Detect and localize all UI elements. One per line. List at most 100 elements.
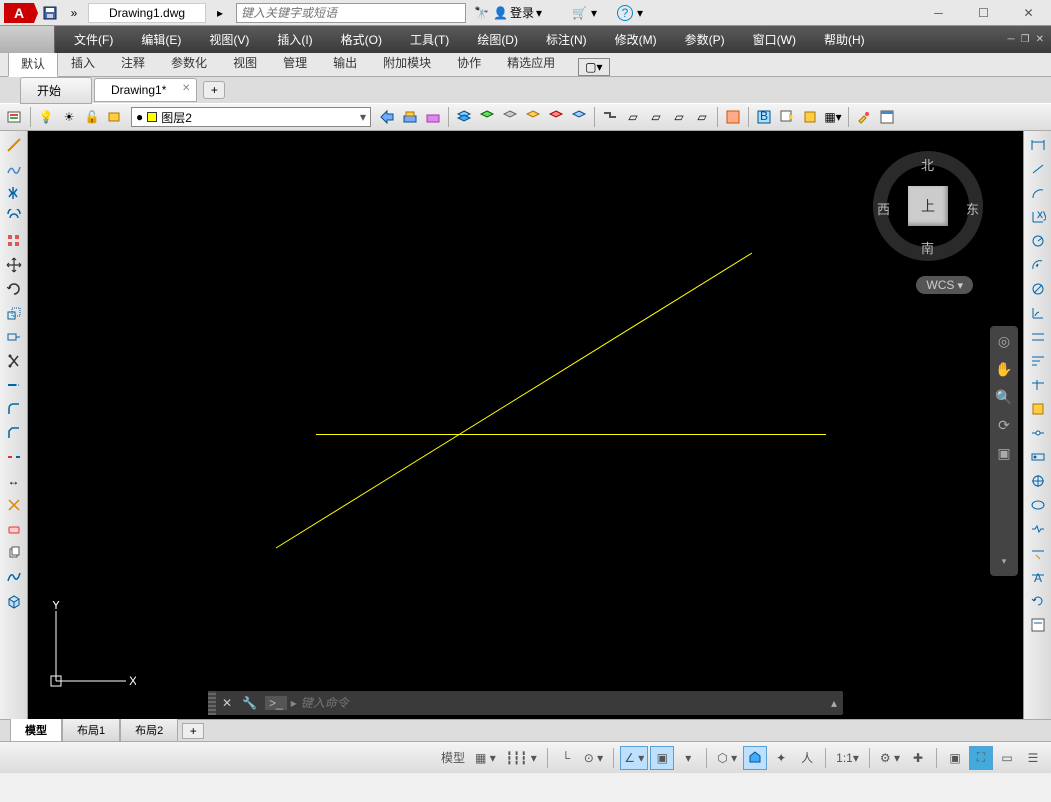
tab-insert[interactable]: 插入 <box>58 49 108 76</box>
minimize-button[interactable]: ─ <box>916 0 961 26</box>
layer-match-icon[interactable] <box>399 106 421 128</box>
box-tool-icon[interactable] <box>2 590 26 612</box>
ribbon-panel-icon[interactable]: ▢▾ <box>578 58 609 76</box>
tab-output[interactable]: 输出 <box>320 49 370 76</box>
filetab-drawing1[interactable]: Drawing1*✕ <box>94 78 197 102</box>
layers-lock-icon[interactable] <box>522 106 544 128</box>
3dosnap-toggle-icon[interactable]: ▾ <box>676 746 700 770</box>
break-tool-icon[interactable] <box>2 446 26 468</box>
dim-diameter-icon[interactable] <box>1026 278 1050 300</box>
tab-view[interactable]: 视图 <box>220 49 270 76</box>
qat-more-icon[interactable]: » <box>63 2 85 24</box>
move-tool-icon[interactable] <box>2 254 26 276</box>
annomonitor-icon[interactable]: 人 <box>795 746 819 770</box>
anno-scale-icon[interactable]: 1:1 ▾ <box>832 746 863 770</box>
scale-tool-icon[interactable] <box>2 302 26 324</box>
menu-view[interactable]: 视图(V) <box>195 26 263 53</box>
dim-angular-icon[interactable] <box>1026 302 1050 324</box>
viewcube-south[interactable]: 南 <box>921 238 934 257</box>
menu-draw[interactable]: 绘图(D) <box>463 26 532 53</box>
dim-arc-icon[interactable] <box>1026 182 1050 204</box>
cmdline-config-icon[interactable]: 🔧 <box>238 696 261 710</box>
menu-help[interactable]: 帮助(H) <box>810 26 879 53</box>
dim-update-icon[interactable] <box>1026 590 1050 612</box>
layout-model[interactable]: 模型 <box>10 719 62 742</box>
array-tool-icon[interactable] <box>2 230 26 252</box>
polar-toggle-icon[interactable]: ⊙ ▾ <box>580 746 607 770</box>
erase-tool-icon[interactable] <box>2 518 26 540</box>
layers-vp-icon[interactable]: ▱ <box>645 106 667 128</box>
layer-lock-icon[interactable]: 🔓 <box>81 106 103 128</box>
app-logo[interactable]: A <box>4 3 34 23</box>
chamfer-tool-icon[interactable] <box>2 422 26 444</box>
layer-combo[interactable]: ● 图层2 ▾ <box>131 107 371 127</box>
dim-edit-icon[interactable] <box>1026 542 1050 564</box>
block-edit-icon[interactable] <box>776 106 798 128</box>
menu-tools[interactable]: 工具(T) <box>396 26 463 53</box>
dim-linear-icon[interactable] <box>1026 134 1050 156</box>
menu-modify[interactable]: 修改(M) <box>601 26 671 53</box>
menu-file[interactable]: 文件(F) <box>60 26 127 53</box>
mdi-restore-icon[interactable]: ❐ <box>1018 34 1033 45</box>
command-input[interactable] <box>297 696 825 710</box>
filetab-add-button[interactable]: + <box>203 81 225 99</box>
binoculars-icon[interactable]: 🔭 <box>474 6 489 20</box>
grid-toggle-icon[interactable]: ▦ ▾ <box>471 746 500 770</box>
otrack-toggle-icon[interactable]: ▣ <box>650 746 674 770</box>
dim-aligned-icon[interactable] <box>1026 158 1050 180</box>
nav-pan-icon[interactable]: ✋ <box>993 358 1015 380</box>
layers-walk-icon[interactable]: ▱ <box>622 106 644 128</box>
layers-stack-icon[interactable] <box>453 106 475 128</box>
annotation-visibility-icon[interactable]: ✚ <box>906 746 930 770</box>
menu-insert[interactable]: 插入(I) <box>263 26 326 53</box>
mdi-minimize-icon[interactable]: ─ <box>1005 34 1018 45</box>
tab-annotate[interactable]: 注释 <box>108 49 158 76</box>
layout-2[interactable]: 布局2 <box>120 719 178 742</box>
workspace-switch-icon[interactable]: ⚙ ▾ <box>876 746 904 770</box>
explode-tool-icon[interactable] <box>2 494 26 516</box>
stretch-tool-icon[interactable] <box>2 326 26 348</box>
rotate-tool-icon[interactable] <box>2 278 26 300</box>
dim-quick-icon[interactable] <box>1026 326 1050 348</box>
join-tool-icon[interactable]: ↔ <box>2 470 26 492</box>
block-create-icon[interactable]: B <box>753 106 775 128</box>
layer-dropdown-icon[interactable]: ▾ <box>360 110 366 124</box>
tab-featured[interactable]: 精选应用 <box>494 49 568 76</box>
mirror-tool-icon[interactable] <box>2 182 26 204</box>
filetab-start[interactable]: 开始 <box>20 77 92 104</box>
spline-tool-icon[interactable] <box>2 566 26 588</box>
cmdline-grip[interactable] <box>208 691 216 715</box>
lineweight-toggle-icon[interactable]: ⬡ ▾ <box>713 746 741 770</box>
ortho-toggle-icon[interactable]: └ <box>554 746 578 770</box>
tab-parametric[interactable]: 参数化 <box>158 49 220 76</box>
layout-add-button[interactable]: + <box>182 723 204 739</box>
mdi-close-icon[interactable]: ✕ <box>1033 34 1047 45</box>
dim-radius-icon[interactable] <box>1026 230 1050 252</box>
tab-default[interactable]: 默认 <box>8 50 58 77</box>
polyline-tool-icon[interactable] <box>2 158 26 180</box>
nav-showmotion-icon[interactable]: ▣ <box>993 442 1015 464</box>
qat-save-icon[interactable] <box>39 2 61 24</box>
exchange-icon[interactable]: 🛒 <box>572 6 587 20</box>
block-attr-icon[interactable] <box>799 106 821 128</box>
dim-tedit-icon[interactable]: A <box>1026 566 1050 588</box>
properties-palette-icon[interactable] <box>876 106 898 128</box>
wcs-badge[interactable]: WCS ▾ <box>916 276 973 294</box>
tab-addins[interactable]: 附加模块 <box>370 49 444 76</box>
dim-baseline-icon[interactable] <box>1026 350 1050 372</box>
isolate-objects-icon[interactable]: ▣ <box>943 746 967 770</box>
offset-tool-icon[interactable] <box>2 206 26 228</box>
app-store-icon[interactable]: ▾ <box>591 6 597 20</box>
filetab-close-icon[interactable]: ✕ <box>182 83 190 94</box>
center-mark-icon[interactable] <box>1026 470 1050 492</box>
viewcube-top[interactable]: 上 <box>908 186 948 226</box>
menu-edit[interactable]: 编辑(E) <box>127 26 195 53</box>
cycling-toggle-icon[interactable]: ✦ <box>769 746 793 770</box>
block-insert-icon[interactable] <box>722 106 744 128</box>
layers-copy-icon[interactable]: ▱ <box>668 106 690 128</box>
line-tool-icon[interactable] <box>2 134 26 156</box>
jog-line-icon[interactable] <box>1026 518 1050 540</box>
layer-properties-icon[interactable] <box>4 106 26 128</box>
viewcube[interactable]: 上 北 南 西 东 <box>873 151 983 261</box>
maximize-button[interactable]: ☐ <box>961 0 1006 26</box>
